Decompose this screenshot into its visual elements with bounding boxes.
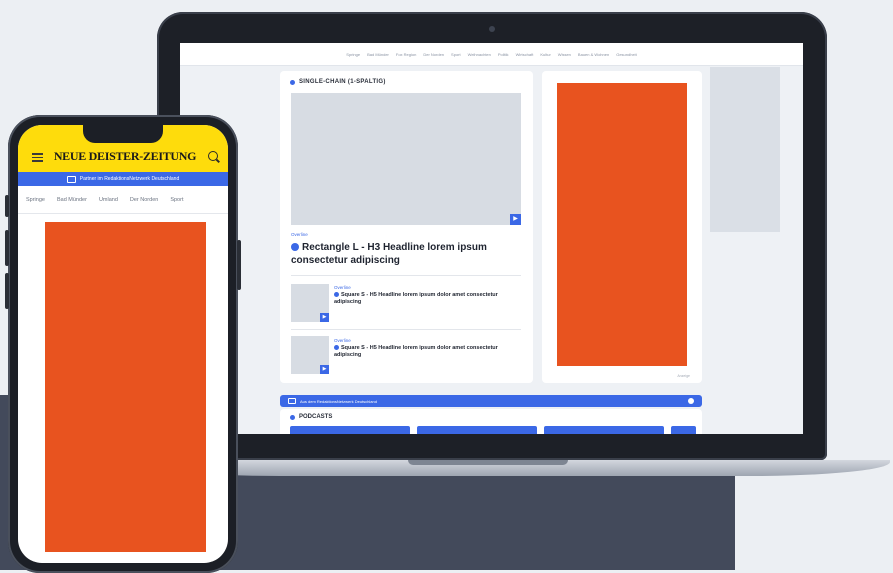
nav-item[interactable]: Fox Region xyxy=(396,52,416,57)
podcasts-header: PODCASTS xyxy=(290,414,332,420)
menu-icon[interactable] xyxy=(32,153,43,162)
laptop-base xyxy=(140,460,890,476)
laptop-lid: Springe Bad Münder Fox Region Der Norden… xyxy=(157,12,827,460)
section-header: SINGLE-CHAIN (1-SPALTIG) xyxy=(290,79,386,85)
phone-notch xyxy=(83,125,163,143)
nav-item[interactable]: Der Norden xyxy=(423,52,444,57)
laptop-hinge-notch xyxy=(408,460,568,465)
hero-image[interactable]: ▶ xyxy=(291,93,521,225)
play-icon[interactable]: ▶ xyxy=(320,313,329,322)
small-headline[interactable]: Square S - H5 Headline lorem ipsum dolor… xyxy=(334,292,514,306)
headline-dot-icon xyxy=(334,292,339,297)
divider xyxy=(291,329,521,330)
partner-bar-text: Aus dem RedaktionsNetzwerk Deutschland xyxy=(300,398,377,404)
rnd-icon xyxy=(288,398,296,404)
section-dot-icon xyxy=(290,79,295,85)
search-icon[interactable] xyxy=(208,151,218,161)
rnd-icon xyxy=(66,175,76,183)
phone-nav-item[interactable]: Der Norden xyxy=(130,197,158,203)
main-headline[interactable]: Rectangle L - H3 Headline lorem ipsum co… xyxy=(291,241,521,267)
laptop-screen: Springe Bad Münder Fox Region Der Norden… xyxy=(180,43,803,434)
nav-item[interactable]: Politik xyxy=(498,52,509,57)
thumbnail[interactable]: ▶ xyxy=(291,336,329,374)
nav-item[interactable]: Weihnachten xyxy=(468,52,491,57)
headline-dot-icon xyxy=(334,345,339,350)
ad-card: Anzeige xyxy=(542,71,702,383)
nav-item[interactable]: Gesundheit xyxy=(616,52,636,57)
small-overline: Overline xyxy=(334,285,351,290)
phone-side-button xyxy=(237,240,241,290)
phone-nav-item[interactable]: Bad Münder xyxy=(57,197,87,203)
camera xyxy=(489,26,495,32)
partner-bar[interactable]: Aus dem RedaktionsNetzwerk Deutschland xyxy=(280,395,702,407)
phone-nav-item[interactable]: Sport xyxy=(170,197,183,203)
nav-item[interactable]: Sport xyxy=(451,52,461,57)
play-icon[interactable]: ▶ xyxy=(510,214,521,225)
ad-label: Anzeige xyxy=(677,374,690,378)
podcasts-title: PODCASTS xyxy=(299,414,333,420)
phone: NEUE DEISTER-ZEITUNG Partner im Redaktio… xyxy=(5,115,241,573)
phone-side-button xyxy=(5,273,9,309)
section-dot-icon xyxy=(290,414,295,420)
small-headline-text[interactable]: Square S - H5 Headline lorem ipsum dolor… xyxy=(334,345,498,358)
laptop-top-nav: Springe Bad Münder Fox Region Der Norden… xyxy=(180,43,803,66)
phone-nav-item[interactable]: Springe xyxy=(26,197,45,203)
phone-partner-bar[interactable]: Partner im RedaktionsNetzwerk Deutschlan… xyxy=(18,172,228,186)
podcast-tile[interactable] xyxy=(671,426,696,434)
phone-side-button xyxy=(5,230,9,266)
section-title: SINGLE-CHAIN (1-SPALTIG) xyxy=(299,79,386,85)
phone-side-button xyxy=(5,195,9,217)
small-overline: Overline xyxy=(334,338,351,343)
main-headline-text[interactable]: Rectangle L - H3 Headline lorem ipsum co… xyxy=(291,242,487,266)
podcast-tile[interactable] xyxy=(417,426,537,434)
phone-ad-banner[interactable] xyxy=(45,222,206,552)
small-headline[interactable]: Square S - H5 Headline lorem ipsum dolor… xyxy=(334,345,514,359)
phone-nav: Springe Bad Münder Umland Der Norden Spo… xyxy=(18,186,228,214)
nav-item[interactable]: Wissen xyxy=(558,52,571,57)
thumbnail[interactable]: ▶ xyxy=(291,284,329,322)
phone-nav-item[interactable]: Umland xyxy=(99,197,118,203)
phone-screen: NEUE DEISTER-ZEITUNG Partner im Redaktio… xyxy=(18,125,228,563)
podcasts-card: PODCASTS xyxy=(280,409,702,434)
teaser-card: SINGLE-CHAIN (1-SPALTIG) ▶ Overline Rect… xyxy=(280,71,533,383)
ad-banner[interactable] xyxy=(557,83,687,366)
play-icon[interactable]: ▶ xyxy=(320,365,329,374)
nav-item[interactable]: Springe xyxy=(346,52,360,57)
nav-item[interactable]: Wirtschaft xyxy=(516,52,534,57)
main-overline: Overline xyxy=(291,232,308,237)
headline-dot-icon xyxy=(291,243,299,251)
nav-item[interactable]: Bad Münder xyxy=(367,52,389,57)
info-icon[interactable] xyxy=(688,398,694,404)
nav-item[interactable]: Kultur xyxy=(540,52,550,57)
divider xyxy=(291,275,521,276)
side-placeholder xyxy=(710,67,780,232)
phone-partner-text: Partner im RedaktionsNetzwerk Deutschlan… xyxy=(79,176,180,182)
podcast-tile[interactable] xyxy=(290,426,410,434)
podcast-tile[interactable] xyxy=(544,426,664,434)
site-logo[interactable]: NEUE DEISTER-ZEITUNG xyxy=(50,149,200,164)
small-headline-text[interactable]: Square S - H5 Headline lorem ipsum dolor… xyxy=(334,292,498,305)
nav-item[interactable]: Bauen & Wohnen xyxy=(578,52,609,57)
